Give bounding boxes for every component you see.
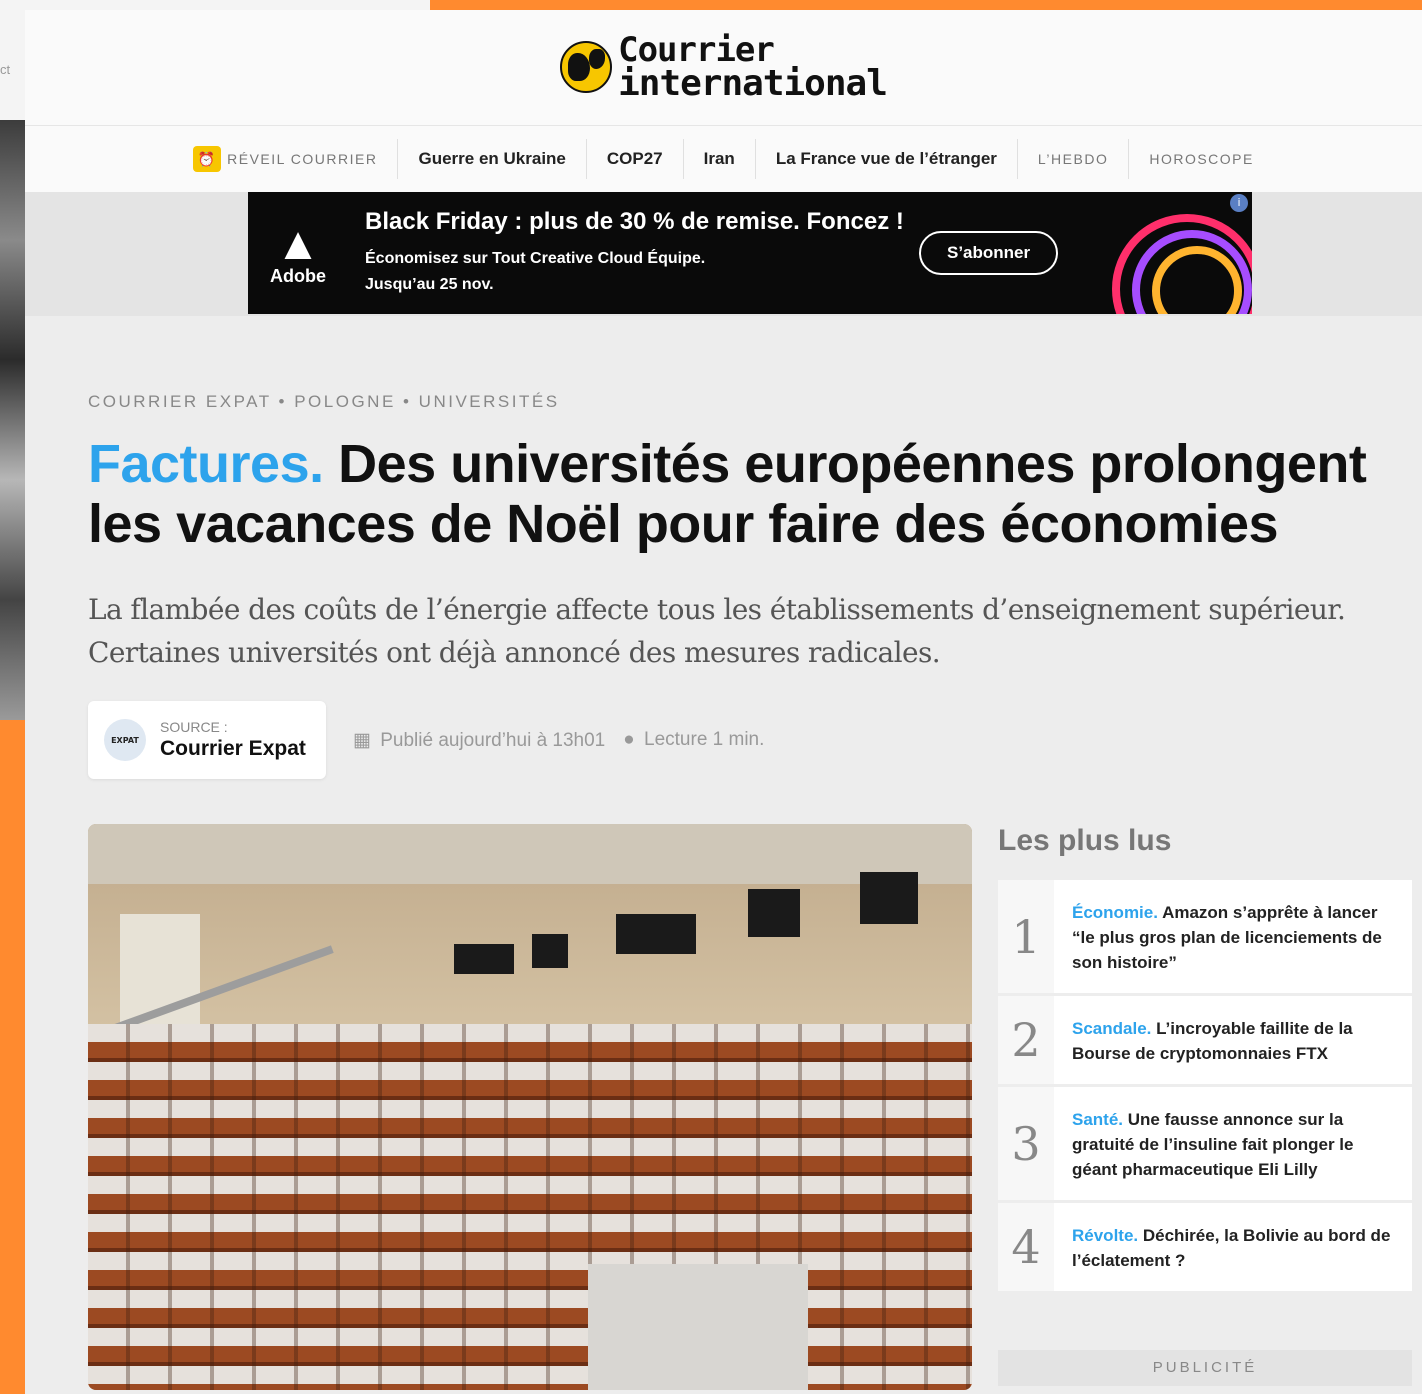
nav-item-hebdo[interactable]: L’HEBDO bbox=[1018, 139, 1130, 179]
nav-label: L’HEBDO bbox=[1037, 151, 1109, 167]
ad-brand: Adobe bbox=[270, 265, 326, 286]
site-header: Courrier international bbox=[25, 10, 1422, 125]
ad-subline-1: Économisez sur Tout Creative Cloud Équip… bbox=[365, 250, 706, 267]
ad-subscribe-button[interactable]: S’abonner bbox=[919, 231, 1059, 275]
ad-banner-area: ▲ Adobe Black Friday : plus de 30 % de r… bbox=[25, 192, 1422, 316]
logo-line-1: Courrier bbox=[618, 30, 775, 71]
nav-label: Guerre en Ukraine bbox=[418, 149, 566, 168]
logo-line-2: international bbox=[618, 62, 888, 104]
source-card[interactable]: EXPAT SOURCE : Courrier Expat bbox=[88, 701, 326, 779]
article-title: Factures. Des universités européennes pr… bbox=[88, 434, 1378, 554]
rank-number: 2 bbox=[998, 996, 1054, 1084]
adobe-logo: ▲ Adobe bbox=[248, 220, 348, 287]
orange-frame-top bbox=[425, 0, 1422, 10]
rank-category: Santé. bbox=[1072, 1110, 1124, 1129]
ad-banner[interactable]: ▲ Adobe Black Friday : plus de 30 % de r… bbox=[248, 192, 1252, 314]
most-read-title: Les plus lus bbox=[998, 824, 1172, 857]
reading-text: Lecture 1 min. bbox=[644, 729, 765, 750]
breadcrumb[interactable]: COURRIER EXPAT • POLOGNE • UNIVERSITÉS bbox=[88, 392, 560, 412]
published-date: ▦ Publié aujourd’hui à 13h01 bbox=[353, 729, 605, 752]
nav-item-guerre-ukraine[interactable]: Guerre en Ukraine bbox=[398, 139, 587, 179]
rank-number: 4 bbox=[998, 1203, 1054, 1291]
site-logo[interactable]: Courrier international bbox=[560, 30, 888, 104]
source-name: Courrier Expat bbox=[160, 737, 306, 760]
calendar-icon: ▦ bbox=[353, 730, 371, 751]
most-read-item[interactable]: 1 Économie. Amazon s’apprête à lancer “l… bbox=[998, 880, 1412, 996]
nav-item-reveil-courrier[interactable]: ⏰ RÉVEIL COURRIER bbox=[173, 139, 399, 179]
article-meta: ▦ Publié aujourd’hui à 13h01 ● Lecture 1… bbox=[353, 729, 764, 752]
globe-icon bbox=[560, 41, 613, 94]
ad-info-icon[interactable]: i bbox=[1230, 194, 1248, 212]
most-read-item[interactable]: 4 Révolte. Déchirée, la Bolivie au bord … bbox=[998, 1203, 1412, 1294]
background-window-text: ct bbox=[0, 62, 11, 77]
rank-category: Scandale. bbox=[1072, 1019, 1152, 1038]
reading-time: ● Lecture 1 min. bbox=[623, 729, 764, 752]
article-lede: La flambée des coûts de l’énergie affect… bbox=[88, 593, 1346, 669]
hero-image bbox=[88, 824, 972, 1390]
nav-label: Iran bbox=[703, 149, 735, 168]
article-page: Courrier international ⏰ RÉVEIL COURRIER… bbox=[25, 10, 1422, 1394]
nav-item-horoscope[interactable]: HOROSCOPE bbox=[1129, 139, 1274, 179]
clock-icon: ● bbox=[623, 729, 635, 750]
publicite-label: PUBLICITÉ bbox=[998, 1350, 1412, 1386]
creative-cloud-art: i bbox=[1072, 192, 1252, 314]
rank-number: 1 bbox=[998, 880, 1054, 993]
source-logo: EXPAT bbox=[104, 719, 146, 761]
most-read-item[interactable]: 3 Santé. Une fausse annonce sur la gratu… bbox=[998, 1087, 1412, 1203]
rank-number: 3 bbox=[998, 1087, 1054, 1200]
most-read-item[interactable]: 2 Scandale. L’incroyable faillite de la … bbox=[998, 996, 1412, 1087]
source-label: SOURCE : bbox=[160, 719, 228, 735]
nav-item-cop27[interactable]: COP27 bbox=[587, 139, 684, 179]
nav-item-france-vue-etranger[interactable]: La France vue de l’étranger bbox=[756, 139, 1018, 179]
nav-item-iran[interactable]: Iran bbox=[684, 139, 756, 179]
adobe-icon: ▲ bbox=[275, 216, 321, 269]
ad-headline: Black Friday : plus de 30 % de remise. F… bbox=[365, 208, 904, 235]
most-read-sidebar: Les plus lus 1 Économie. Amazon s’apprêt… bbox=[998, 824, 1412, 1386]
nav-label: La France vue de l’étranger bbox=[775, 149, 997, 168]
article-kicker: Factures. bbox=[88, 434, 324, 494]
published-text: Publié aujourd’hui à 13h01 bbox=[380, 730, 606, 751]
alarm-clock-icon: ⏰ bbox=[193, 146, 222, 172]
ad-subline-2: Jusqu’au 25 nov. bbox=[365, 276, 494, 293]
nav-label: COP27 bbox=[606, 149, 663, 168]
rank-category: Économie. bbox=[1072, 903, 1158, 922]
nav-label: HOROSCOPE bbox=[1149, 151, 1254, 167]
rank-category: Révolte. bbox=[1072, 1226, 1139, 1245]
main-nav: ⏰ RÉVEIL COURRIER Guerre en Ukraine COP2… bbox=[25, 125, 1422, 192]
nav-label: RÉVEIL COURRIER bbox=[227, 151, 378, 167]
